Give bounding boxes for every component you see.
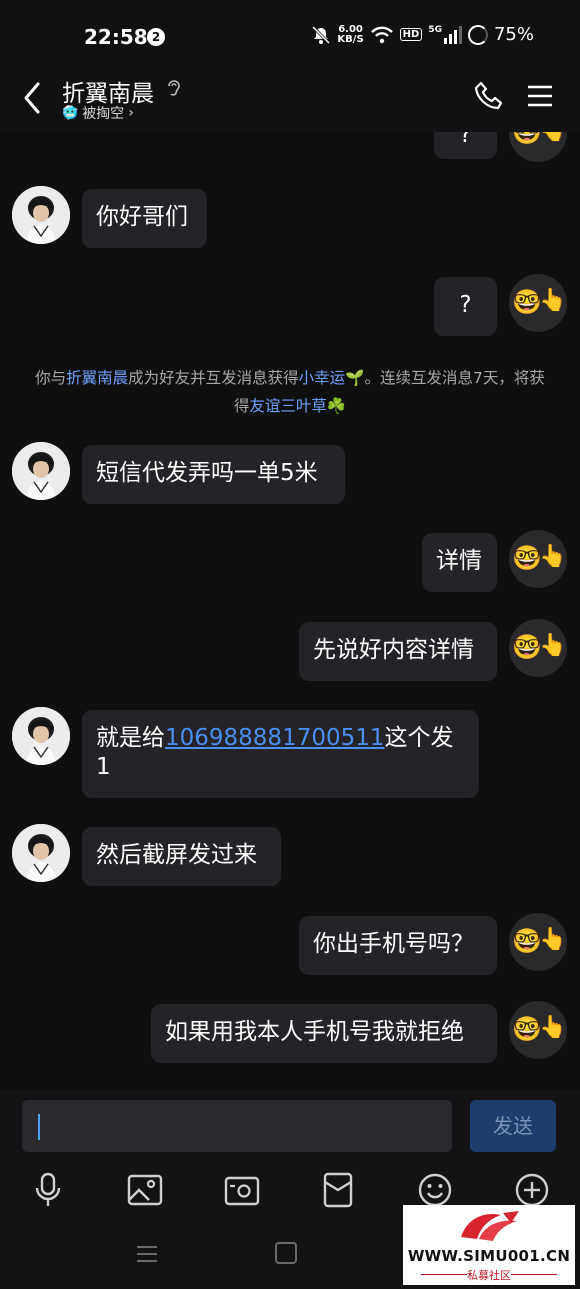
contact-avatar[interactable] (12, 442, 70, 500)
my-avatar[interactable]: 🤓👆 (509, 1001, 567, 1059)
my-avatar[interactable]: 🤓👆 (509, 530, 567, 588)
message-bubble[interactable]: 就是给106988881700511这个发1 (82, 710, 479, 798)
pointing-up-icon: 👆 (539, 1015, 567, 1040)
watermark: WWW.SIMU001.CN 私募社区 (403, 1205, 575, 1285)
pointing-up-icon: 👆 (539, 927, 567, 952)
hd-icon: HD (399, 28, 423, 41)
my-avatar[interactable]: 🤓👆 (509, 913, 567, 971)
red-packet-button[interactable] (318, 1170, 358, 1210)
microphone-icon (35, 1172, 61, 1206)
my-avatar[interactable]: 🤓👆 (509, 132, 567, 162)
message-bubble[interactable]: 详情 (422, 533, 497, 592)
status-time: 22:58 (84, 25, 148, 49)
chevron-right-icon: › (128, 105, 134, 121)
my-avatar[interactable]: 🤓👆 (509, 274, 567, 332)
recent-apps-icon[interactable] (136, 1244, 158, 1264)
nerd-face-icon: 🤓 (512, 1015, 542, 1043)
status-icons: 6.00 KB/S HD 5G 75% (311, 24, 534, 45)
camera-button[interactable] (222, 1170, 262, 1210)
message-row: 先说好内容详情 🤓 👆 (0, 619, 580, 683)
message-bubble[interactable]: 先说好内容详情 (299, 622, 497, 681)
contact-avatar[interactable] (12, 707, 70, 765)
message-row: ? 🤓👆 (0, 132, 580, 162)
person-photo-icon (12, 824, 70, 882)
message-row: 然后截屏发过来 (0, 824, 580, 888)
friend-name-link[interactable]: 折翼南晨 (66, 369, 128, 387)
battery-percent: 75% (493, 24, 534, 45)
phone-number-link[interactable]: 106988881700511 (165, 725, 385, 751)
red-envelope-icon (323, 1172, 353, 1208)
menu-icon[interactable] (527, 84, 553, 108)
wifi-icon (370, 26, 393, 43)
emoji-button[interactable] (415, 1170, 455, 1210)
contact-status-text: 被掏空 (82, 106, 125, 122)
image-icon (127, 1174, 163, 1206)
clover-icon: ☘️ (326, 397, 347, 415)
message-row: 短信代发弄吗一单5米 (0, 442, 580, 506)
sprout-icon: 🌱 (345, 369, 365, 387)
nerd-face-icon: 🤓 (512, 132, 542, 146)
message-row: 你出手机号吗？ 🤓 👆 (0, 913, 580, 977)
person-photo-icon (12, 442, 70, 500)
message-row: 如果用我本人手机号我就拒绝 🤓 👆 (0, 1001, 580, 1065)
watermark-label: 私募社区 (467, 1269, 511, 1282)
reward-link-clover[interactable]: 友谊三叶草 (249, 397, 327, 415)
message-input[interactable] (22, 1100, 452, 1152)
message-bubble[interactable]: 然后截屏发过来 (82, 827, 281, 886)
pointing-up-icon: 👆 (539, 288, 567, 313)
send-button[interactable]: 发送 (470, 1100, 556, 1152)
system-notice: 你与折翼南晨成为好友并互发消息获得小幸运🌱。连续互发消息7天，将获得友谊三叶草☘… (35, 369, 545, 415)
message-row: ? 🤓👆 (0, 274, 580, 338)
person-photo-icon (12, 707, 70, 765)
reward-link-lucky[interactable]: 小幸运 (299, 369, 346, 387)
plus-circle-icon (515, 1173, 549, 1207)
message-bubble[interactable]: 如果用我本人手机号我就拒绝 (151, 1004, 497, 1063)
notification-badge: 2 (147, 28, 165, 46)
camera-icon (224, 1176, 260, 1206)
contact-status[interactable]: 🥶 被掏空 › (62, 103, 134, 123)
nerd-face-icon: 🤓 (512, 288, 542, 316)
net-speed: 6.00 KB/S (337, 23, 364, 45)
text-caret (38, 1114, 40, 1140)
status-bar: 22:58 2 6.00 KB/S HD 5G 75% (0, 0, 580, 70)
voice-button[interactable] (28, 1170, 68, 1210)
battery-icon (467, 24, 488, 45)
nerd-face-icon: 🤓 (512, 544, 542, 572)
watermark-logo (461, 1211, 519, 1241)
smiley-icon (418, 1173, 452, 1207)
contact-avatar[interactable] (12, 824, 70, 882)
back-arrow-icon[interactable] (20, 80, 46, 116)
cellular-signal-icon: 5G (428, 25, 462, 44)
pointing-up-icon: 👆 (539, 633, 567, 658)
mute-bell-icon (312, 25, 331, 44)
home-square-icon[interactable] (275, 1242, 297, 1264)
ear-icon[interactable] (166, 78, 182, 100)
status-emoji-icon: 🥶 (62, 105, 79, 121)
message-list[interactable]: ? 🤓👆 你好哥们 ? 🤓👆 你与折翼南晨成为好友并互发消息获得小幸运🌱。连续互… (0, 132, 580, 1090)
nerd-face-icon: 🤓 (512, 633, 542, 661)
my-avatar[interactable]: 🤓👆 (509, 619, 567, 677)
pointing-up-icon: 👆 (539, 132, 566, 143)
message-row: 你好哥们 (0, 186, 580, 250)
watermark-divider-right (511, 1274, 557, 1275)
contact-avatar[interactable] (12, 186, 70, 244)
person-photo-icon (12, 186, 70, 244)
message-row: 就是给106988881700511这个发1 (0, 707, 580, 799)
message-bubble[interactable]: ? (434, 132, 497, 159)
message-bubble[interactable]: 你出手机号吗？ (299, 916, 497, 975)
photo-button[interactable] (125, 1170, 165, 1210)
message-row: 详情 🤓 👆 (0, 530, 580, 594)
message-bubble[interactable]: 你好哥们 (82, 189, 207, 248)
phone-icon[interactable] (473, 80, 505, 112)
watermark-url: WWW.SIMU001.CN (407, 1247, 571, 1265)
pointing-up-icon: 👆 (539, 544, 567, 569)
message-bubble[interactable]: ? (434, 277, 497, 336)
message-bubble[interactable]: 短信代发弄吗一单5米 (82, 445, 345, 504)
more-button[interactable] (512, 1170, 552, 1210)
chat-header: 折翼南晨 🥶 被掏空 › (0, 70, 580, 132)
nerd-face-icon: 🤓 (512, 927, 542, 955)
